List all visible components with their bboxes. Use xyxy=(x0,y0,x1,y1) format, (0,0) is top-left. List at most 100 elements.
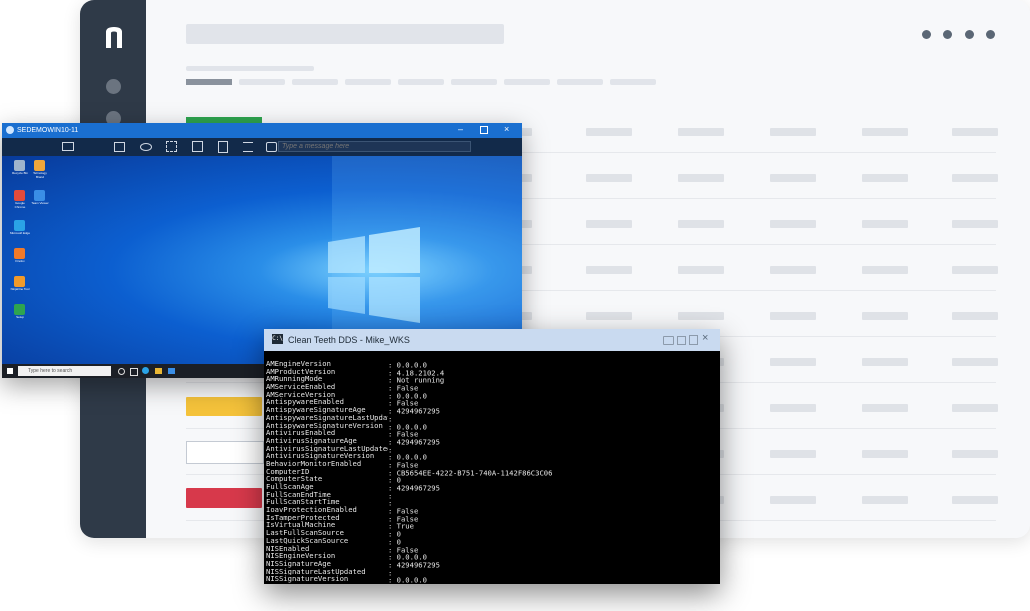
settings-sliders-icon[interactable] xyxy=(243,142,253,152)
tab[interactable] xyxy=(451,79,497,85)
chat-icon[interactable] xyxy=(266,142,277,152)
maximize-icon[interactable] xyxy=(480,126,488,134)
desktop-shortcut[interactable]: Setup xyxy=(10,304,30,328)
terminal-line: AMRunningMode: Not running xyxy=(266,375,716,384)
desktop-shortcut[interactable]: Firefox xyxy=(10,248,30,272)
task-view-icon[interactable] xyxy=(130,368,138,376)
remote-desktop-title: SEDEMOWIN10-11 xyxy=(17,127,79,134)
desktop-shortcut-label: Team Viewer xyxy=(31,201,49,205)
terminal-line-key: AMRunningMode xyxy=(266,375,323,384)
terminal-icon: C:\ xyxy=(272,334,283,344)
taskbar-search-box[interactable]: Type here to search xyxy=(18,366,111,376)
tab[interactable] xyxy=(398,79,444,85)
terminal-line: IoavProtectionEnabled: False xyxy=(266,506,716,515)
table-cell-placeholder xyxy=(586,174,632,182)
desktop-shortcut[interactable]: Tehnology Brand xyxy=(30,160,50,184)
table-cell-placeholder xyxy=(862,128,908,136)
actions-icon[interactable] xyxy=(192,141,203,152)
status-badge-outline xyxy=(186,441,264,464)
start-icon[interactable] xyxy=(7,368,13,374)
terminal-line-key: IsTamperProtected xyxy=(266,513,340,522)
terminal-line-value: : 4294967295 xyxy=(388,560,440,570)
desktop-shortcut[interactable]: Team Viewer xyxy=(30,190,50,214)
terminal-line: IsVirtualMachine: True xyxy=(266,521,716,530)
table-cell-placeholder xyxy=(862,358,908,366)
terminal-line: AntivirusEnabled: False xyxy=(266,429,716,438)
more-options-icon[interactable] xyxy=(922,30,995,40)
store-taskbar-icon[interactable] xyxy=(168,368,175,374)
desktop-shortcut[interactable]: Google Chrome xyxy=(10,190,30,214)
tab-strip xyxy=(186,79,711,85)
view-icon[interactable] xyxy=(140,143,152,151)
terminal-output[interactable]: AMEngineVersion: 0.0.0.0 AMProductVersion… xyxy=(266,360,716,584)
terminal-line: AMProductVersion: 4.18.2102.4 xyxy=(266,367,716,377)
table-cell-placeholder xyxy=(862,496,908,504)
table-cell-placeholder xyxy=(952,220,998,228)
explorer-taskbar-icon[interactable] xyxy=(155,368,162,374)
terminal-line-key: AntivirusEnabled xyxy=(266,429,336,437)
powershell-terminal-window[interactable]: C:\ Clean Teeth DDS - Mike_WKS × AMEngin… xyxy=(264,329,720,584)
close-icon[interactable]: × xyxy=(504,124,509,134)
terminal-line: LastFullScanSource: 0 xyxy=(266,529,716,538)
sidebar-nav-dot[interactable] xyxy=(106,79,121,94)
desktop-shortcut[interactable]: Recycle Bin xyxy=(10,160,30,184)
terminal-line-key: IsVirtualMachine xyxy=(266,521,336,530)
tab[interactable] xyxy=(345,79,391,85)
edge-taskbar-icon[interactable] xyxy=(142,367,149,374)
tab-active[interactable] xyxy=(186,79,232,85)
desktop-shortcut-icon xyxy=(34,190,45,201)
app-icon xyxy=(6,126,14,134)
terminal-line-key: IoavProtectionEnabled xyxy=(266,506,357,514)
terminal-line: NISEnabled: False xyxy=(266,545,716,554)
close-icon[interactable]: × xyxy=(702,332,708,344)
desktop-shortcut[interactable]: NinjaOne Tool xyxy=(10,276,30,300)
tab[interactable] xyxy=(292,79,338,85)
tab[interactable] xyxy=(239,79,285,85)
fit-screen-icon[interactable] xyxy=(166,141,177,152)
message-input[interactable] xyxy=(278,141,471,152)
table-cell-placeholder xyxy=(770,496,816,504)
terminal-line: AntivirusSignatureVersion: 0.0.0.0 xyxy=(266,452,716,461)
table-cell-placeholder xyxy=(678,266,724,274)
table-cell-placeholder xyxy=(770,404,816,412)
table-cell-placeholder xyxy=(862,312,908,320)
terminal-line-key: NISEngineVersion xyxy=(266,552,336,560)
table-cell-placeholder xyxy=(952,266,998,274)
remote-desktop-titlebar[interactable]: SEDEMOWIN10-11 – × xyxy=(2,123,522,138)
desktop-shortcut-label: Google Chrome xyxy=(14,201,26,209)
desktop-shortcut-icon xyxy=(14,190,25,201)
copy-icon[interactable] xyxy=(689,335,698,345)
terminal-line: AntispywareEnabled: False xyxy=(266,398,716,407)
remote-toolbar xyxy=(2,138,522,156)
terminal-titlebar[interactable]: C:\ Clean Teeth DDS - Mike_WKS × xyxy=(264,329,720,351)
terminal-line-key: AntispywareSignatureLastUpdated xyxy=(266,413,388,422)
tab[interactable] xyxy=(610,79,656,85)
minimize-icon[interactable]: – xyxy=(458,124,463,134)
monitor-icon[interactable] xyxy=(62,142,74,151)
table-cell-placeholder xyxy=(586,128,632,136)
ninja-logo xyxy=(104,24,124,50)
cortana-icon[interactable] xyxy=(118,368,125,375)
file-transfer-icon[interactable] xyxy=(218,141,228,153)
tab[interactable] xyxy=(504,79,550,85)
terminal-line: BehaviorMonitorEnabled: False xyxy=(266,459,716,469)
terminal-line-value: : 4294967295 xyxy=(388,406,440,416)
desktop-icons: Recycle Bin Tehnology Brand Google Chrome T… xyxy=(6,158,66,358)
terminal-line-key: FullScanAge xyxy=(266,483,314,491)
screens-icon[interactable] xyxy=(114,142,125,152)
desktop-shortcut[interactable]: Microsoft Edge xyxy=(10,220,30,244)
tab[interactable] xyxy=(557,79,603,85)
table-cell-placeholder xyxy=(678,174,724,182)
terminal-line-key: BehaviorMonitorEnabled xyxy=(266,459,362,468)
taskbar-search-placeholder: Type here to search xyxy=(28,368,73,374)
screenshot-icon[interactable] xyxy=(663,336,674,345)
save-icon[interactable] xyxy=(677,336,686,345)
table-cell-placeholder xyxy=(770,450,816,458)
desktop-shortcut-label: NinjaOne Tool xyxy=(10,287,30,291)
terminal-line-key: NISSignatureAge xyxy=(266,559,331,568)
terminal-line-key: FullScanStartTime xyxy=(266,498,340,507)
page-title-placeholder xyxy=(186,24,504,44)
terminal-line-key: AMProductVersion xyxy=(266,367,336,376)
terminal-line: ComputerID: CB5654EE-4222-B751-740A-1142… xyxy=(266,468,716,477)
desktop-shortcut-icon xyxy=(34,160,45,171)
